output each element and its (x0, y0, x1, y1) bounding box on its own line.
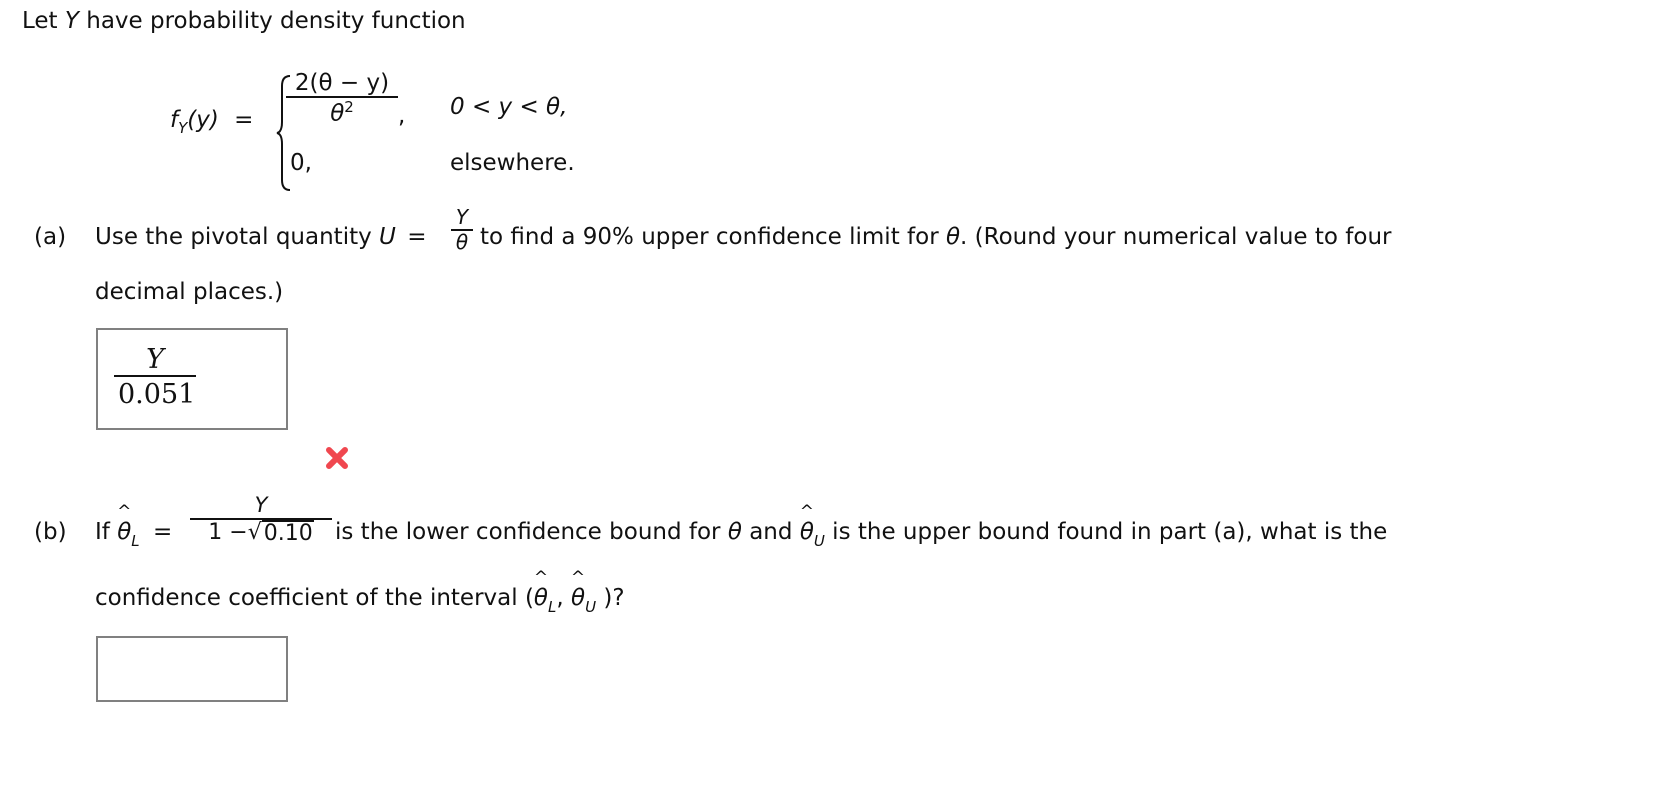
lower-bound-fraction: Y 1 − √ 0.10 (190, 493, 332, 547)
intro-text-after: have probability density function (78, 8, 466, 34)
case1-fraction: 2(θ − y) θ2 (286, 70, 398, 129)
intro-text-before: Let (22, 8, 65, 34)
part-a-text-after1: to find a 90% upper confidence limit for (480, 224, 946, 250)
pivot-denominator: θ (451, 229, 473, 254)
intro-var: Y (64, 8, 79, 34)
theta-hat-l: θ (117, 519, 131, 545)
case1-denominator: θ2 (286, 96, 398, 128)
interval-theta-hat-l: θ (534, 585, 548, 611)
pivot-var: U (379, 224, 396, 250)
part-b-theta-l: If θL = (95, 519, 173, 550)
den-prefix: 1 − (208, 520, 248, 546)
part-b-answer-input[interactable] (96, 636, 288, 702)
sub-l: L (131, 532, 140, 550)
part-b-text2: and (741, 519, 800, 545)
part-b-line2-text: confidence coefficient of the interval ( (95, 585, 534, 611)
pivot-fraction: Y θ (451, 206, 473, 254)
part-b-text1: is the lower confidence bound for (335, 519, 728, 545)
part-a-text-before: Use the pivotal quantity (95, 224, 380, 250)
lower-bound-numerator: Y (254, 493, 268, 517)
interval-comma: , (556, 585, 571, 611)
part-a-text-line1: Use the pivotal quantity U = (95, 224, 430, 250)
radicand: 0.10 (261, 520, 314, 547)
radical-icon: √ (247, 520, 262, 546)
theta-hat-u: θ (800, 519, 814, 545)
answer-fraction: Y 0.051 (114, 344, 196, 410)
case1-numerator: 2(θ − y) (294, 70, 390, 96)
pdf-f: f (170, 107, 179, 133)
part-a-theta: θ (945, 224, 961, 250)
pdf-equals: = (234, 107, 254, 133)
pivot-numerator: Y (455, 205, 469, 229)
part-a-label: (a) (34, 224, 67, 250)
interval-close: )? (596, 585, 625, 611)
answer-denominator: 0.051 (114, 375, 196, 410)
incorrect-x-icon (326, 447, 348, 469)
case1-den-base: θ (330, 101, 345, 128)
part-b-text3: is the upper bound found in part (a), wh… (824, 519, 1388, 545)
case1-condition: 0 < y < θ, (450, 94, 568, 120)
part-b-label: (b) (34, 519, 67, 545)
answer-numerator: Y (146, 344, 164, 375)
lower-bound-denominator: 1 − √ 0.10 (190, 518, 332, 546)
part-a-text-line1-rest: to find a 90% upper confidence limit for… (480, 224, 1392, 250)
part-a-answer-input[interactable]: Y 0.051 (96, 328, 288, 430)
part-a-text-line2: decimal places.) (95, 279, 284, 305)
part-b-text-line2: confidence coefficient of the interval (… (95, 585, 625, 616)
interval-sub-l: L (548, 598, 557, 616)
intro-text: Let Y have probability density function (22, 8, 466, 34)
part-b-if: If (95, 519, 118, 545)
part-b-theta: θ (727, 519, 742, 545)
interval-theta-hat-u: θ (571, 585, 585, 611)
part-b-text-line1: is the lower confidence bound for θ and … (335, 519, 1388, 550)
sub-u: U (813, 532, 825, 550)
case1-comma: , (398, 103, 406, 129)
case2-value: 0, (290, 150, 312, 176)
pdf-lhs: fY(y) = (170, 107, 254, 137)
case1-den-exp: 2 (344, 98, 354, 117)
pivot-equals: = (407, 224, 427, 250)
pdf-arg: (y) (187, 107, 219, 133)
pdf-sub: Y (178, 119, 188, 137)
sqrt-symbol: √ 0.10 (248, 520, 314, 546)
part-b-equals: = (152, 519, 173, 545)
interval-sub-u: U (585, 598, 597, 616)
part-a-text-after2: . (Round your numerical value to four (960, 224, 1392, 250)
case2-condition: elsewhere. (450, 150, 575, 176)
